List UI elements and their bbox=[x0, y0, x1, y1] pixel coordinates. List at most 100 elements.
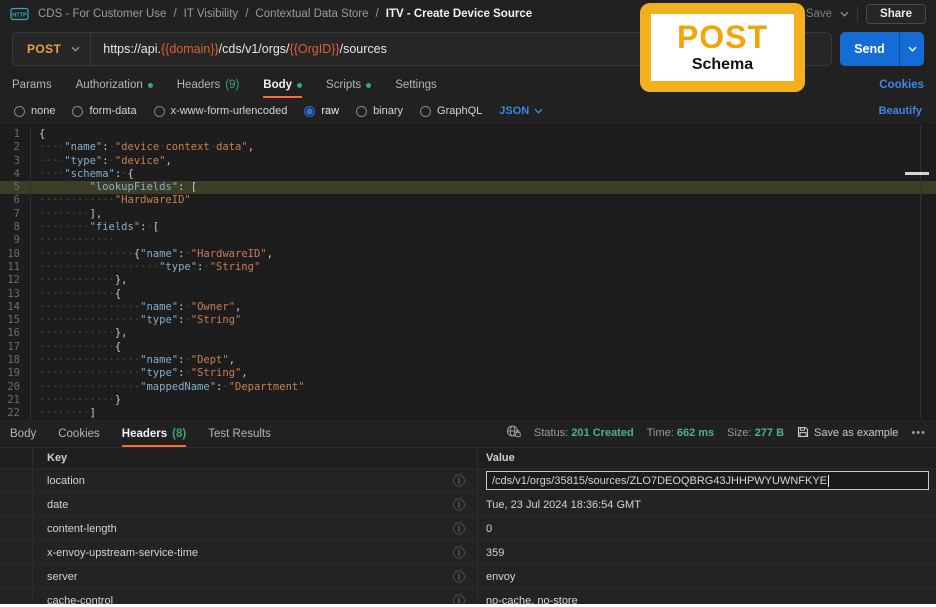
share-button[interactable]: Share bbox=[866, 4, 926, 24]
url-bar-divider bbox=[90, 33, 92, 65]
code-line[interactable]: 3 ····"type":·"device", bbox=[0, 154, 936, 168]
radio-form-data[interactable]: form-data bbox=[72, 105, 137, 117]
code-line[interactable]: 11 ···················"type":·"String" bbox=[0, 260, 936, 275]
tab-scripts[interactable]: Scripts bbox=[326, 79, 372, 98]
save-as-example-button[interactable]: Save as example bbox=[797, 426, 898, 441]
code-text: ···············{"name":·"HardwareID", bbox=[30, 247, 273, 261]
code-text: ············}, bbox=[30, 327, 128, 341]
response-tab-test-results[interactable]: Test Results bbox=[208, 428, 271, 447]
url-input[interactable]: https://api.{{domain}}/cds/v1/orgs/{{Org… bbox=[103, 42, 387, 56]
radio-raw[interactable]: raw bbox=[304, 105, 339, 117]
tab-params[interactable]: Params bbox=[12, 79, 52, 98]
code-line[interactable]: 16 ············}, bbox=[0, 327, 936, 341]
table-spacer-cell bbox=[0, 448, 33, 468]
response-meta: Status: 201 Created Time: 662 ms Size: 2… bbox=[506, 425, 926, 447]
code-text: ············}, bbox=[30, 274, 128, 288]
code-line[interactable]: 21 ············} bbox=[0, 393, 936, 408]
breadcrumb-item[interactable]: CDS - For Customer Use bbox=[38, 8, 166, 20]
response-tab-headers[interactable]: Headers (8) bbox=[121, 428, 187, 447]
line-number: 15 bbox=[7, 314, 20, 327]
body-code-editor[interactable]: 1{2 ····"name":·"device·context·data", 3 ··… bbox=[0, 124, 936, 421]
radio-x-www-form-urlencoded[interactable]: x-www-form-urlencoded bbox=[153, 105, 287, 117]
code-line[interactable]: 15 ················"type":·"String" bbox=[0, 314, 936, 328]
info-icon[interactable]: ⓘ bbox=[453, 475, 465, 487]
code-line[interactable]: 7 ········], bbox=[0, 207, 936, 222]
headers-count: (9) bbox=[225, 79, 240, 91]
breadcrumb-item[interactable]: IT Visibility bbox=[184, 8, 239, 20]
code-line[interactable]: 9 ············ bbox=[0, 234, 936, 248]
text-cursor bbox=[828, 474, 829, 487]
table-row[interactable]: content-length ⓘ 0 bbox=[0, 517, 936, 541]
code-line[interactable]: 2 ····"name":·"device·context·data", bbox=[0, 141, 936, 155]
line-number: 2 bbox=[13, 141, 20, 154]
editor-scroll-track bbox=[920, 125, 921, 418]
code-line[interactable]: 18 ················"name":·"Dept", bbox=[0, 354, 936, 368]
code-line[interactable]: 10 ···············{"name":·"HardwareID", bbox=[0, 247, 936, 261]
code-line[interactable]: 12 ············}, bbox=[0, 274, 936, 288]
code-line[interactable]: 1{ bbox=[0, 128, 936, 142]
beautify-link[interactable]: Beautify bbox=[879, 105, 922, 117]
code-line[interactable]: 22 ········] bbox=[0, 407, 936, 421]
code-line[interactable]: 17 ············{ bbox=[0, 340, 936, 355]
line-number: 9 bbox=[13, 234, 20, 247]
table-row[interactable]: server ⓘ envoy bbox=[0, 565, 936, 589]
method-selector[interactable]: POST bbox=[13, 42, 71, 56]
top-bar-actions: Save Share bbox=[789, 4, 926, 24]
response-bar: Body Cookies Headers (8) Test Results Sta… bbox=[0, 419, 936, 447]
response-tab-body[interactable]: Body bbox=[10, 428, 36, 447]
key-column-header: Key bbox=[47, 452, 68, 464]
code-line[interactable]: 19 ················"type":·"String", bbox=[0, 367, 936, 381]
info-icon[interactable]: ⓘ bbox=[453, 571, 465, 583]
method-chevron-icon[interactable] bbox=[71, 46, 90, 52]
info-icon[interactable]: ⓘ bbox=[453, 499, 465, 511]
line-number: 14 bbox=[7, 300, 20, 313]
tab-settings[interactable]: Settings bbox=[395, 79, 437, 98]
table-row[interactable]: x-envoy-upstream-service-time ⓘ 359 bbox=[0, 541, 936, 565]
code-line[interactable]: 6 ············"HardwareID" bbox=[0, 194, 936, 208]
cookies-link[interactable]: Cookies bbox=[879, 79, 924, 98]
table-body: location ⓘ /cds/v1/orgs/35815/sources/ZLO7… bbox=[0, 469, 936, 607]
info-icon[interactable]: ⓘ bbox=[453, 547, 465, 559]
code-line[interactable]: 5 ········"lookupFields":·[ bbox=[0, 181, 936, 195]
more-options-icon[interactable]: ••• bbox=[911, 427, 926, 439]
code-line[interactable]: 8 ········"fields":·[ bbox=[0, 221, 936, 235]
selected-value-input[interactable]: /cds/v1/orgs/35815/sources/ZLO7DEOQBRG43… bbox=[486, 471, 929, 490]
header-key-cell: location ⓘ bbox=[47, 473, 465, 488]
send-dropdown-chevron-icon[interactable] bbox=[899, 32, 924, 66]
line-number: 18 bbox=[7, 354, 20, 367]
send-button-group: Send bbox=[840, 32, 924, 66]
response-headers-count: (8) bbox=[172, 428, 187, 440]
code-text: ················"type":·"String", bbox=[30, 367, 248, 381]
globe-lock-icon[interactable] bbox=[506, 425, 521, 441]
table-spacer-cell bbox=[0, 541, 33, 564]
language-selector[interactable]: JSON bbox=[499, 105, 543, 117]
tab-headers[interactable]: Headers (9) bbox=[177, 79, 240, 98]
editor-scroll-thumb[interactable] bbox=[905, 172, 929, 175]
code-line[interactable]: 4 ····"schema":·{ bbox=[0, 167, 936, 182]
code-line[interactable]: 13 ············{ bbox=[0, 287, 936, 301]
save-dropdown-chevron-icon[interactable] bbox=[840, 11, 849, 17]
tab-authorization[interactable]: Authorization bbox=[76, 79, 153, 98]
green-dot-icon bbox=[366, 82, 372, 88]
svg-text:HTTP: HTTP bbox=[12, 13, 27, 19]
top-bar-divider bbox=[857, 6, 859, 22]
line-number: 11 bbox=[7, 260, 20, 273]
info-icon[interactable]: ⓘ bbox=[453, 523, 465, 535]
code-line[interactable]: 20 ················"mappedName":·"Departm… bbox=[0, 380, 936, 394]
radio-none[interactable]: none bbox=[14, 105, 55, 117]
radio-binary[interactable]: binary bbox=[356, 105, 403, 117]
breadcrumb-item[interactable]: Contextual Data Store bbox=[255, 8, 368, 20]
table-spacer-cell bbox=[0, 517, 33, 540]
table-row[interactable]: date ⓘ Tue, 23 Jul 2024 18:36:54 GMT bbox=[0, 493, 936, 517]
line-number: 3 bbox=[13, 154, 20, 167]
tab-body[interactable]: Body bbox=[263, 79, 303, 98]
response-tab-cookies[interactable]: Cookies bbox=[58, 428, 100, 447]
code-line[interactable]: 14 ················"name":·"Owner", bbox=[0, 300, 936, 315]
table-header-row: Key Value bbox=[0, 448, 936, 469]
radio-graphql[interactable]: GraphQL bbox=[420, 105, 482, 117]
table-row[interactable]: location ⓘ /cds/v1/orgs/35815/sources/ZLO7… bbox=[0, 469, 936, 493]
badge-subtitle: Schema bbox=[691, 56, 754, 73]
line-number: 21 bbox=[7, 393, 20, 406]
badge-title: POST bbox=[676, 19, 769, 55]
send-button[interactable]: Send bbox=[840, 32, 899, 66]
